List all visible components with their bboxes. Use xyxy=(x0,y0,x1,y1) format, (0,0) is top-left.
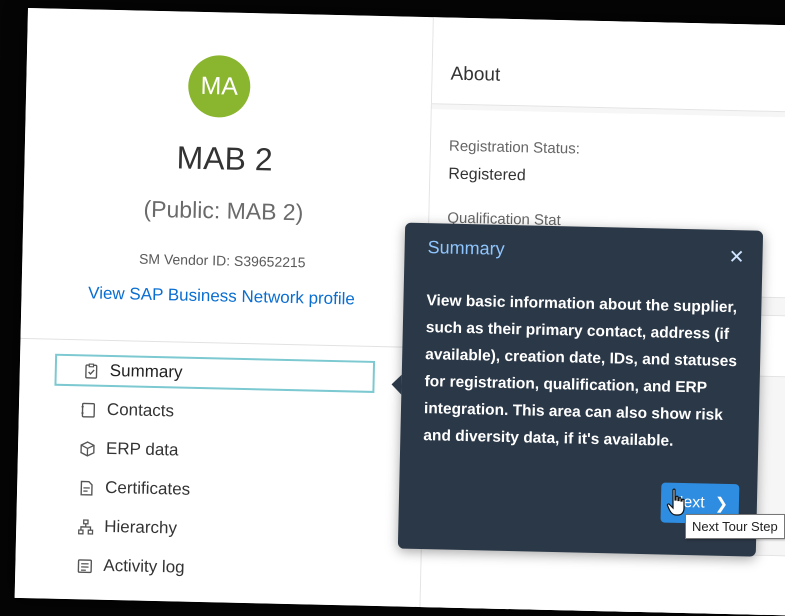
nav-item-contacts[interactable]: Contacts xyxy=(54,393,375,432)
nav-item-label: Activity log xyxy=(103,556,185,578)
hierarchy-icon xyxy=(77,518,94,535)
vendor-id: SM Vendor ID: S39652215 xyxy=(22,248,422,273)
nav-item-label: Certificates xyxy=(105,478,190,500)
avatar: MA xyxy=(188,55,251,118)
activity-log-icon xyxy=(76,557,93,574)
contact-card-icon xyxy=(80,401,97,418)
about-header: About xyxy=(432,17,785,113)
certificate-icon xyxy=(78,479,95,496)
nav-item-activity-log[interactable]: Activity log xyxy=(50,549,371,588)
app-window: MA MAB 2 (Public: MAB 2) SM Vendor ID: S… xyxy=(15,8,785,616)
nav-item-label: Summary xyxy=(110,361,183,383)
registration-status-value: Registered xyxy=(448,166,526,186)
divider xyxy=(20,338,420,348)
supplier-profile-panel: MA MAB 2 (Public: MAB 2) SM Vendor ID: S… xyxy=(15,8,428,607)
tour-popover: Summary ✕ View basic information about t… xyxy=(398,223,763,557)
close-icon[interactable]: ✕ xyxy=(728,246,744,269)
registration-status-label: Registration Status: xyxy=(449,138,580,158)
tour-title: Summary xyxy=(427,237,504,260)
supplier-name: MAB 2 xyxy=(24,136,425,182)
about-title: About xyxy=(450,64,500,87)
nav-item-hierarchy[interactable]: Hierarchy xyxy=(51,510,372,549)
chevron-right-icon: ❯ xyxy=(714,494,728,514)
tour-description: View basic information about the supplie… xyxy=(423,287,749,456)
nav-item-label: Contacts xyxy=(107,400,175,422)
nav-item-label: ERP data xyxy=(106,439,179,461)
public-name: (Public: MAB 2) xyxy=(23,193,424,229)
section-nav: Summary Contacts ERP data Certificates xyxy=(50,354,375,595)
nav-item-erp-data[interactable]: ERP data xyxy=(53,432,374,471)
nav-item-summary[interactable]: Summary xyxy=(54,354,375,393)
popover-arrow xyxy=(391,374,401,394)
next-tour-step-tooltip: Next Tour Step xyxy=(685,514,785,539)
clipboard-check-icon xyxy=(83,362,100,379)
nav-item-certificates[interactable]: Certificates xyxy=(52,471,373,510)
bottom-card xyxy=(420,547,785,616)
network-profile-link[interactable]: View SAP Business Network profile xyxy=(21,282,421,311)
cube-icon xyxy=(79,440,96,457)
nav-item-label: Hierarchy xyxy=(104,517,177,539)
